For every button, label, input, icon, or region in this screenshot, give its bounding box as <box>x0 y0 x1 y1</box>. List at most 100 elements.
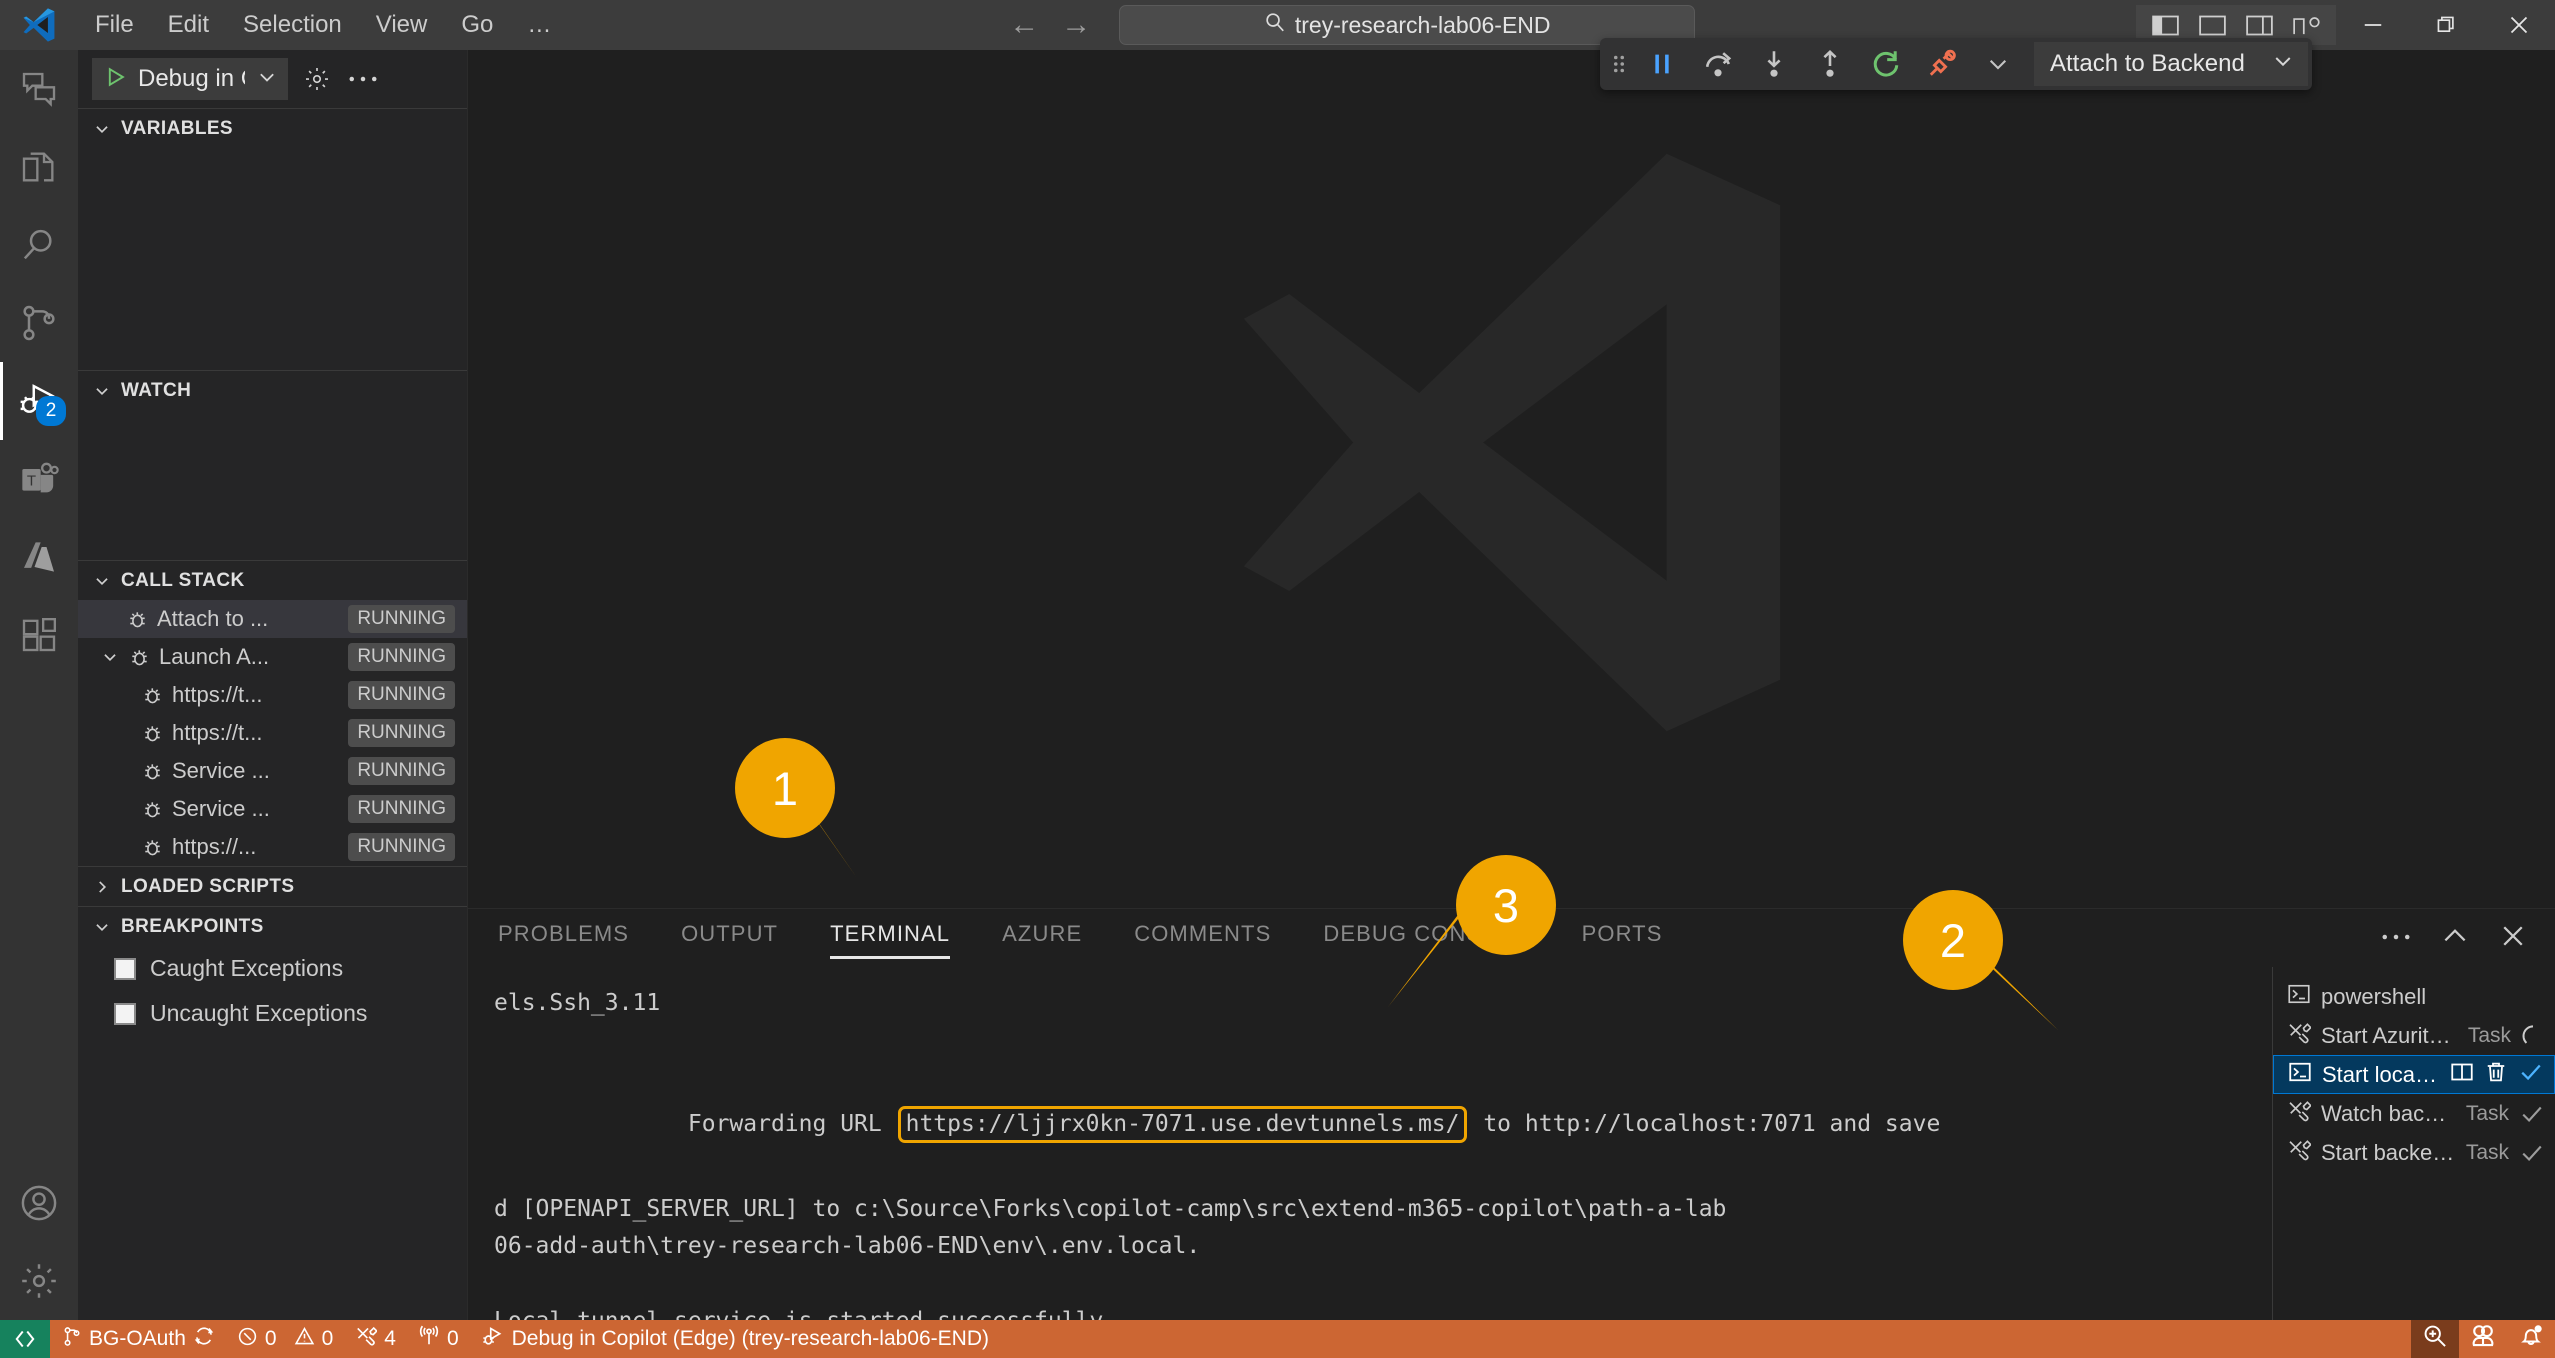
panel-more-actions-icon[interactable] <box>2381 929 2411 947</box>
tab-problems[interactable]: PROBLEMS <box>498 921 629 956</box>
vscode-logo-icon <box>0 6 78 44</box>
call-stack-row[interactable]: https://... RUNNING <box>78 828 467 866</box>
pane-header-variables[interactable]: VARIABLES <box>78 108 467 148</box>
close-panel-icon[interactable] <box>2499 922 2527 955</box>
call-stack-label: Service ... <box>172 758 270 783</box>
activity-item-source-control[interactable] <box>0 284 78 362</box>
terminal-list-item-start-local-tunnel[interactable]: Start local tunnel <box>2273 1055 2555 1094</box>
callout-3: 3 <box>1388 855 1556 1007</box>
debug-restart-button[interactable] <box>1858 42 1914 86</box>
split-terminal-icon[interactable] <box>2450 1060 2474 1090</box>
status-branch[interactable]: BG-OAuth <box>50 1320 226 1358</box>
call-stack-row[interactable]: Service ... RUNNING <box>78 790 467 828</box>
editor-area: PROBLEMS OUTPUT TERMINAL AZURE COMMENTS … <box>468 50 2555 1320</box>
menu-file[interactable]: File <box>78 7 151 43</box>
terminal-list-label: powershell <box>2321 983 2427 1009</box>
tab-comments[interactable]: COMMENTS <box>1134 921 1271 956</box>
menu-selection[interactable]: Selection <box>226 7 359 43</box>
menu-more[interactable]: … <box>510 7 568 43</box>
debug-session-selector[interactable]: Attach to Backend <box>2034 42 2308 86</box>
debug-step-out-button[interactable] <box>1802 42 1858 86</box>
open-launch-json-gear-icon[interactable] <box>300 62 334 96</box>
activity-item-search[interactable] <box>0 206 78 284</box>
activity-item-azure[interactable] <box>0 518 78 596</box>
status-live-share[interactable] <box>2459 1320 2507 1358</box>
panel-tools <box>2381 922 2555 955</box>
debug-session-icon <box>141 798 164 821</box>
call-stack-label: https://t... <box>172 720 263 745</box>
call-stack-row[interactable]: https://t... RUNNING <box>78 676 467 714</box>
minimize-button[interactable] <box>2336 0 2409 50</box>
pane-header-call-stack[interactable]: CALL STACK <box>78 560 467 600</box>
breakpoint-item-caught-exceptions[interactable]: Caught Exceptions <box>78 946 467 991</box>
activity-item-run-and-debug[interactable]: 2 <box>0 362 78 440</box>
checkbox[interactable] <box>114 1002 136 1025</box>
forwarding-url-highlight[interactable]: https://ljjrx0kn-7071.use.devtunnels.ms/ <box>897 1106 1468 1143</box>
restore-button[interactable] <box>2409 0 2482 50</box>
debug-step-into-button[interactable] <box>1746 42 1802 86</box>
call-stack-row[interactable]: Service ... RUNNING <box>78 752 467 790</box>
status-problems[interactable]: 0 0 <box>226 1320 344 1358</box>
debug-configuration-dropdown[interactable]: Debug in C <box>92 58 288 100</box>
tools-icon <box>355 1325 379 1353</box>
activity-item-chat[interactable] <box>0 50 78 128</box>
terminal-list-item-start-backend[interactable]: Start backend Task <box>2273 1133 2555 1172</box>
status-notifications[interactable] <box>2507 1320 2555 1358</box>
forward-icon[interactable]: → <box>1061 10 1091 40</box>
pane-breakpoints: BREAKPOINTS Caught Exceptions Uncaught E… <box>78 906 467 1036</box>
bottom-panel: PROBLEMS OUTPUT TERMINAL AZURE COMMENTS … <box>468 908 2555 1320</box>
activity-item-extensions[interactable] <box>0 596 78 674</box>
terminal-list-item-start-azurite-emulator[interactable]: Start Azurite emulator Task <box>2273 1016 2555 1055</box>
debug-more-actions-icon[interactable] <box>346 62 380 96</box>
terminal-list-item-powershell[interactable]: powershell <box>2273 977 2555 1016</box>
activity-item-explorer[interactable] <box>0 128 78 206</box>
debug-disconnect-button[interactable] <box>1914 42 1970 86</box>
pane-header-watch[interactable]: WATCH <box>78 370 467 410</box>
menu-go[interactable]: Go <box>444 7 510 43</box>
debug-pause-button[interactable] <box>1634 42 1690 86</box>
remote-indicator-icon[interactable] <box>0 1320 50 1358</box>
status-debug-session[interactable]: Debug in Copilot (Edge) (trey-research-l… <box>470 1320 1000 1358</box>
activity-item-accounts[interactable] <box>0 1164 78 1242</box>
chevron-down-icon <box>92 572 112 590</box>
breakpoint-item-uncaught-exceptions[interactable]: Uncaught Exceptions <box>78 991 467 1036</box>
call-stack-row[interactable]: https://t... RUNNING <box>78 714 467 752</box>
chevron-down-icon[interactable] <box>100 648 120 666</box>
activity-bar: 2 T <box>0 50 78 1320</box>
tools-icon <box>2287 1099 2312 1129</box>
checkbox[interactable] <box>114 957 136 980</box>
maximize-panel-icon[interactable] <box>2441 925 2469 952</box>
call-stack-row[interactable]: Attach to ... RUNNING <box>78 600 467 638</box>
tab-ports[interactable]: PORTS <box>1582 921 1663 956</box>
drag-handle[interactable] <box>1604 51 1634 77</box>
pane-header-breakpoints[interactable]: BREAKPOINTS <box>78 906 467 946</box>
menu-edit[interactable]: Edit <box>151 7 226 43</box>
debug-step-over-button[interactable] <box>1690 42 1746 86</box>
debug-session-chevron-icon[interactable] <box>1970 42 2026 86</box>
status-zoom-in[interactable] <box>2411 1320 2459 1358</box>
call-stack-row[interactable]: Launch A... RUNNING <box>78 638 467 676</box>
back-icon[interactable]: ← <box>1009 10 1039 40</box>
call-stack-label: Service ... <box>172 796 270 821</box>
terminal-line: d [OPENAPI_SERVER_URL] to c:\Source\Fork… <box>494 1195 1727 1222</box>
trash-icon[interactable] <box>2484 1060 2508 1090</box>
close-button[interactable] <box>2482 0 2555 50</box>
activity-item-settings[interactable] <box>0 1242 78 1320</box>
status-radio-tower[interactable]: 0 <box>407 1320 470 1358</box>
terminal-list-item-watch-backend[interactable]: Watch backend Task <box>2273 1094 2555 1133</box>
activity-item-teams-toolkit[interactable]: T <box>0 440 78 518</box>
status-teams-toolkit[interactable]: 4 <box>344 1320 407 1358</box>
pane-variables: VARIABLES <box>78 108 467 370</box>
tab-azure[interactable]: AZURE <box>1002 921 1082 956</box>
tab-terminal[interactable]: TERMINAL <box>830 921 951 959</box>
tab-output[interactable]: OUTPUT <box>681 921 778 956</box>
chevron-down-icon <box>92 382 112 400</box>
forwarding-url-suffix: to http://localhost:7071 and save <box>1469 1111 1941 1138</box>
chevron-down-icon <box>256 66 278 93</box>
menu-view[interactable]: View <box>359 7 445 43</box>
callout-1: 1 <box>735 738 857 878</box>
nav-buttons: ← → <box>1009 10 1091 40</box>
status-errors-count: 0 <box>264 1327 277 1350</box>
pane-header-loaded-scripts[interactable]: LOADED SCRIPTS <box>78 866 467 906</box>
